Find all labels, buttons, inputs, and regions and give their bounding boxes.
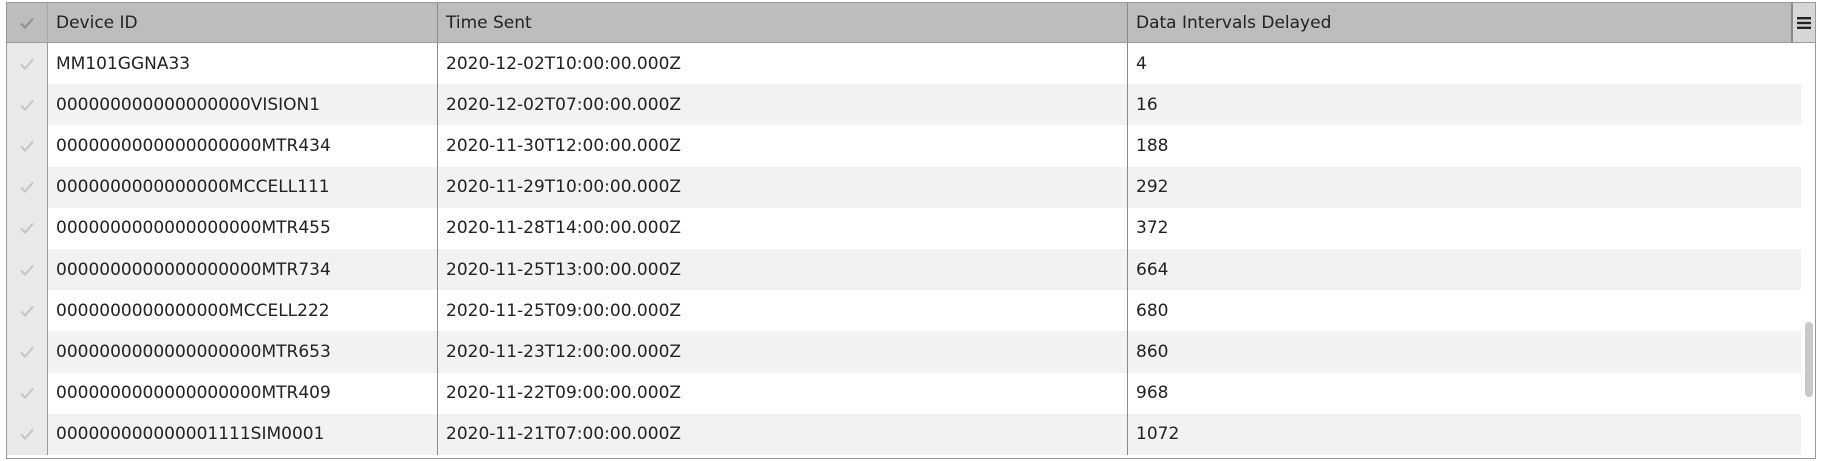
row-select-checkbox[interactable] (7, 290, 48, 332)
column-header-device-id[interactable]: Device ID (48, 3, 438, 42)
table-row[interactable]: 000000000000001111SIM0001 2020-11-21T07:0… (7, 413, 1815, 455)
time-sent-cell: 2020-11-25T13:00:00.000Z (438, 248, 1128, 291)
intervals-delayed-cell: 16 (1136, 94, 1158, 115)
intervals-delayed-cell: 860 (1136, 341, 1169, 362)
row-select-checkbox[interactable] (7, 413, 48, 455)
time-sent-cell: 2020-12-02T07:00:00.000Z (438, 84, 1128, 126)
check-icon (20, 223, 34, 235)
time-sent-cell: 2020-11-25T09:00:00.000Z (438, 290, 1128, 332)
time-sent-cell: 2020-12-02T10:00:00.000Z (438, 43, 1128, 85)
table-row[interactable]: 0000000000000000000MTR455 2020-11-28T14:0… (7, 207, 1815, 249)
hamburger-menu-icon (1797, 16, 1811, 29)
row-select-checkbox[interactable] (7, 84, 48, 126)
time-sent-cell: 2020-11-22T09:00:00.000Z (438, 372, 1128, 414)
intervals-delayed-cell: 292 (1136, 177, 1169, 198)
select-all-checkbox[interactable] (7, 3, 48, 42)
device-id-cell: 0000000000000000MCCELL222 (48, 290, 438, 332)
time-sent-cell: 2020-11-23T12:00:00.000Z (438, 331, 1128, 373)
time-sent-cell: 2020-11-21T07:00:00.000Z (438, 413, 1128, 455)
table-row[interactable]: 0000000000000000MCCELL222 2020-11-25T09:0… (7, 290, 1815, 332)
row-select-checkbox[interactable] (7, 331, 48, 373)
device-id-cell: 0000000000000000MCCELL111 (48, 166, 438, 208)
device-id-cell: 0000000000000000000MTR653 (48, 331, 438, 373)
row-select-checkbox[interactable] (7, 248, 48, 291)
time-sent-cell: 2020-11-29T10:00:00.000Z (438, 166, 1128, 208)
column-header-data-intervals-delayed[interactable]: Data Intervals Delayed (1128, 3, 1792, 42)
intervals-delayed-cell: 4 (1136, 53, 1147, 74)
device-id-cell: 0000000000000000000MTR434 (48, 125, 438, 167)
check-icon (20, 346, 34, 358)
check-icon (20, 264, 34, 276)
device-id-cell: 0000000000000000000MTR455 (48, 207, 438, 249)
table-row[interactable]: 0000000000000000000MTR653 2020-11-23T12:0… (7, 331, 1815, 373)
intervals-delayed-cell: 372 (1136, 218, 1169, 239)
check-icon (20, 140, 34, 152)
column-menu-button[interactable] (1792, 3, 1815, 42)
table-row[interactable]: 0000000000000000000MTR734 2020-11-25T13:0… (7, 248, 1815, 291)
table-row[interactable]: 0000000000000000000MTR434 2020-11-30T12:0… (7, 125, 1815, 167)
row-select-checkbox[interactable] (7, 125, 48, 167)
intervals-delayed-cell: 664 (1136, 259, 1169, 280)
time-sent-cell: 2020-11-28T14:00:00.000Z (438, 207, 1128, 249)
grid-header: Device ID Time Sent Data Intervals Delay… (7, 3, 1815, 43)
device-id-cell: 0000000000000000000MTR409 (48, 372, 438, 414)
row-select-checkbox[interactable] (7, 372, 48, 414)
time-sent-cell: 2020-11-30T12:00:00.000Z (438, 125, 1128, 167)
intervals-delayed-cell: 1072 (1136, 424, 1180, 445)
device-id-cell: 0000000000000000000MTR734 (48, 248, 438, 291)
intervals-delayed-cell: 968 (1136, 383, 1169, 404)
vertical-scrollbar[interactable] (1801, 43, 1815, 458)
intervals-delayed-cell: 680 (1136, 300, 1169, 321)
check-icon (20, 387, 34, 400)
row-select-checkbox[interactable] (7, 207, 48, 249)
device-id-cell: MM101GGNA33 (48, 43, 438, 85)
row-select-checkbox[interactable] (7, 166, 48, 208)
check-icon (20, 181, 34, 194)
table-row[interactable]: 0000000000000000MCCELL111 2020-11-29T10:0… (7, 166, 1815, 208)
grid-body: MM101GGNA33 2020-12-02T10:00:00.000Z 4 0000… (7, 43, 1815, 458)
scrollbar-thumb[interactable] (1805, 322, 1813, 397)
check-icon (20, 305, 34, 317)
check-icon (20, 99, 34, 111)
check-icon (20, 429, 34, 441)
table-row[interactable]: MM101GGNA33 2020-12-02T10:00:00.000Z 4 (7, 43, 1815, 85)
device-id-cell: 000000000000000000VISION1 (48, 84, 438, 126)
row-select-checkbox[interactable] (7, 43, 48, 85)
column-header-time-sent[interactable]: Time Sent (438, 3, 1128, 42)
table-row[interactable]: 000000000000000000VISION1 2020-12-02T07:0… (7, 84, 1815, 126)
device-id-cell: 000000000000001111SIM0001 (48, 413, 438, 455)
check-icon (20, 17, 34, 29)
check-icon (20, 58, 34, 70)
data-grid: Device ID Time Sent Data Intervals Delay… (6, 2, 1816, 459)
table-row[interactable]: 0000000000000000000MTR409 2020-11-22T09:0… (7, 372, 1815, 414)
intervals-delayed-cell: 188 (1136, 135, 1169, 156)
